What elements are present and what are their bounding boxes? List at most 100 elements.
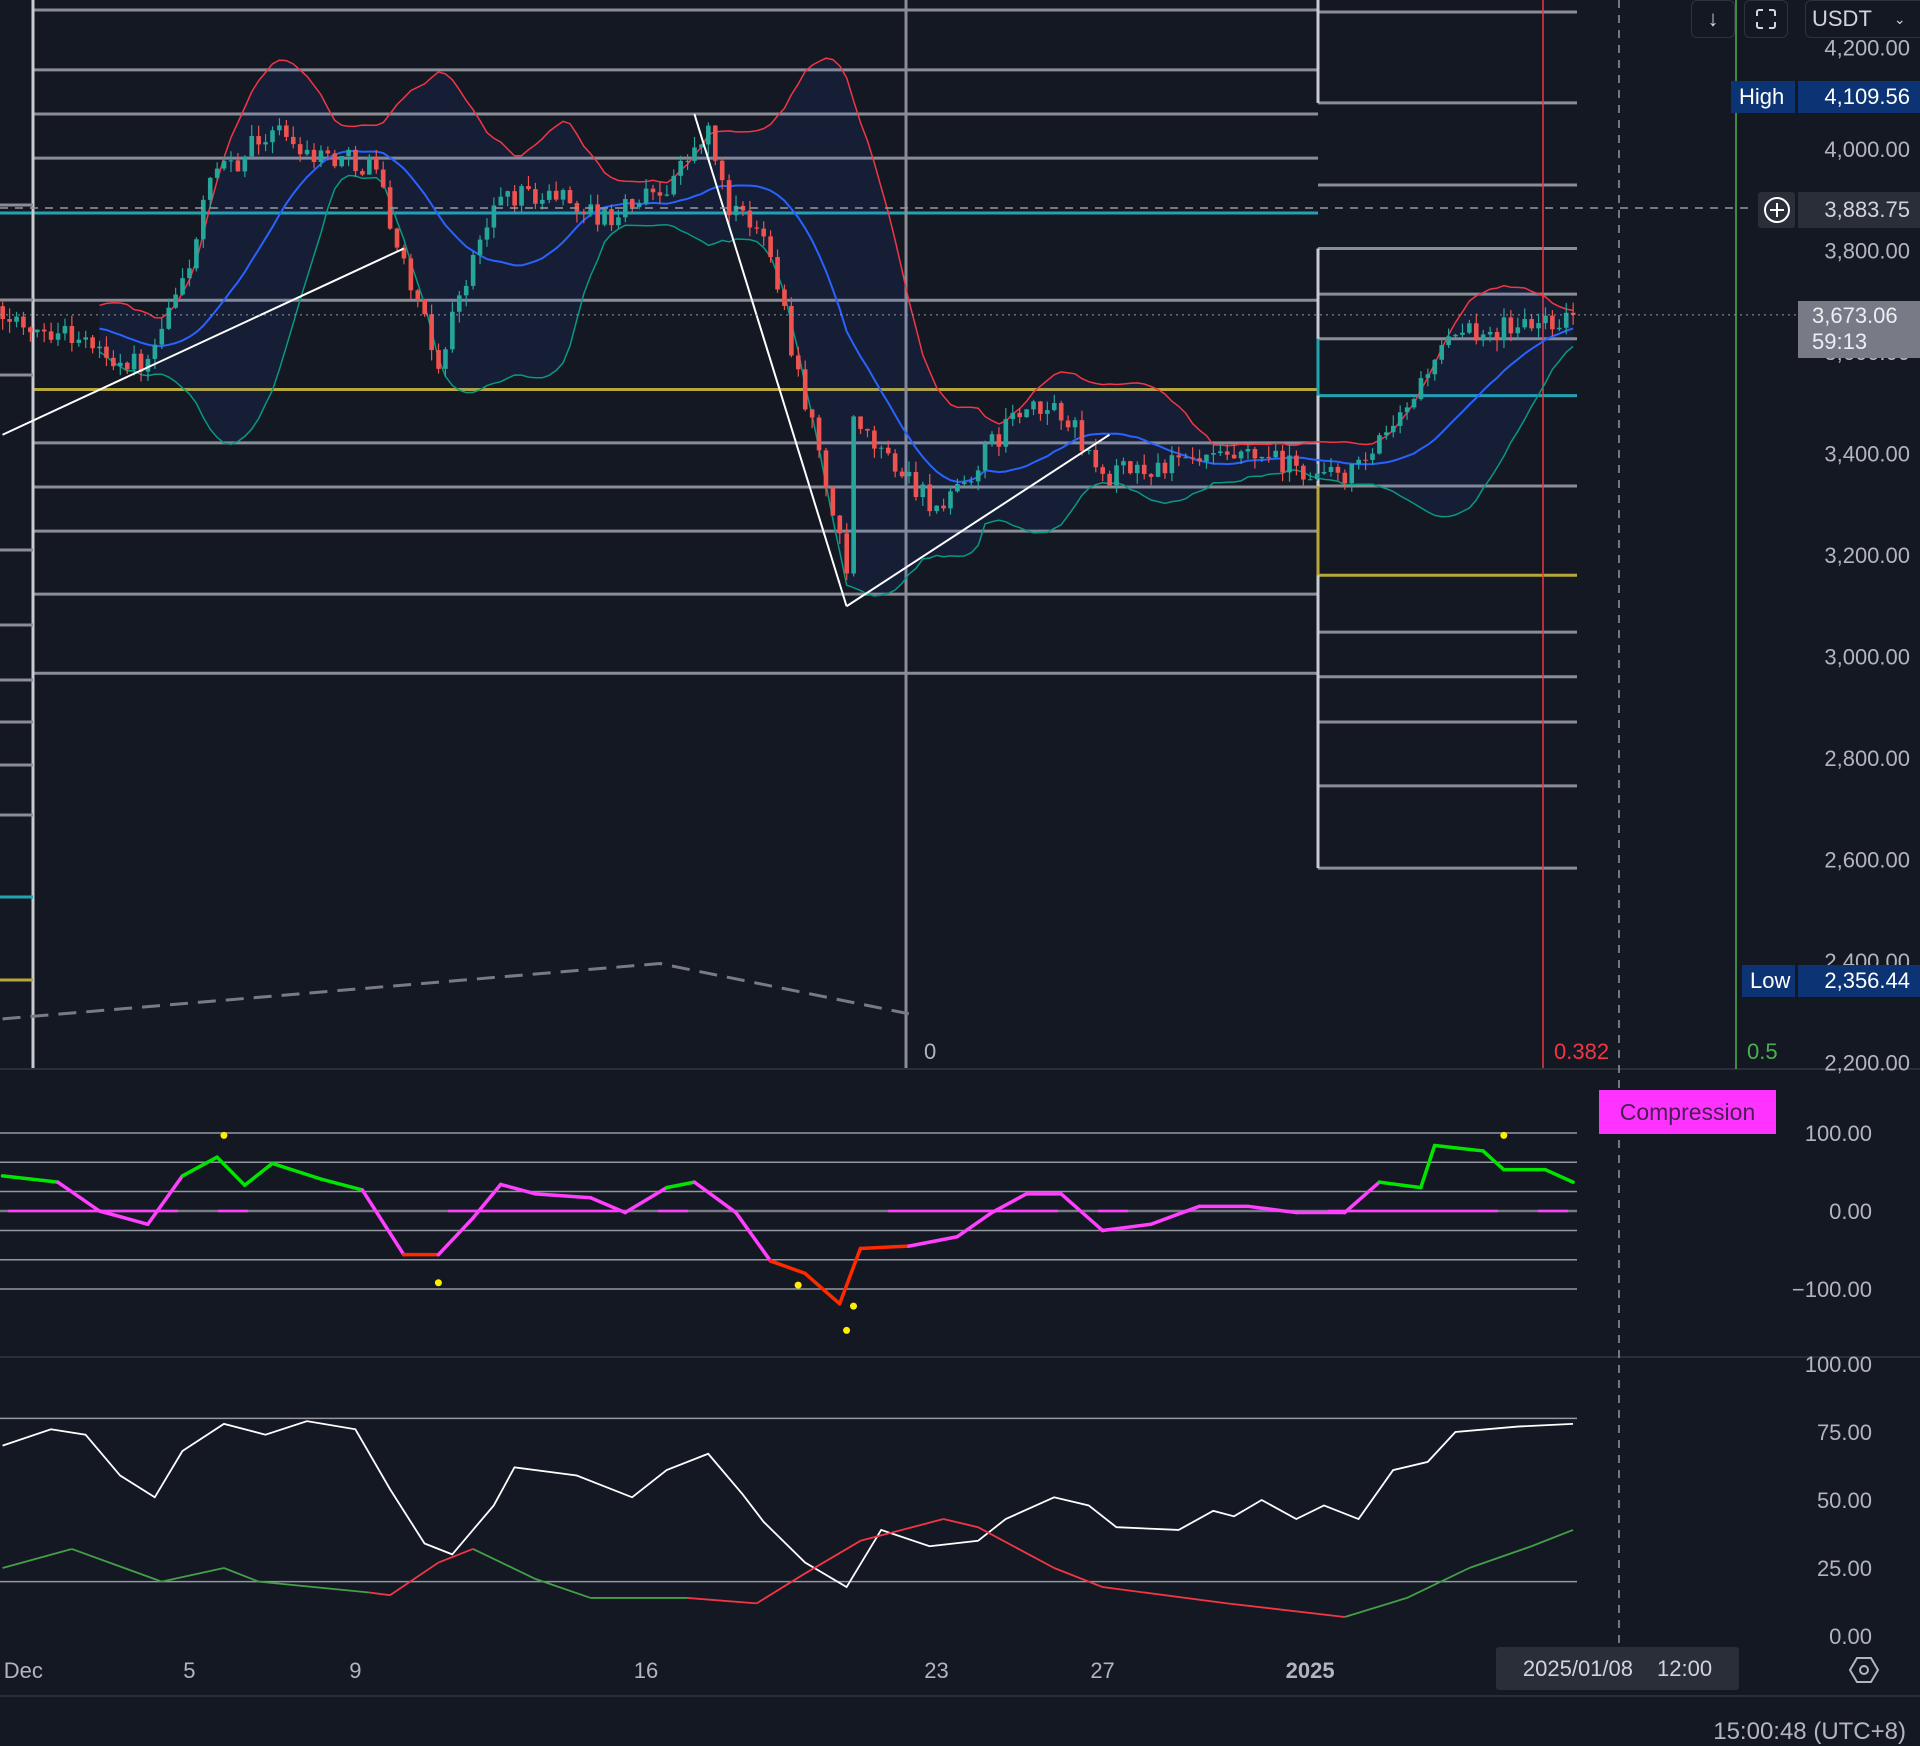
candle-body <box>629 199 635 208</box>
candle-body <box>7 319 12 322</box>
candle-body <box>1218 451 1223 454</box>
candle-body <box>823 450 829 488</box>
oscillator-segment <box>146 1174 185 1227</box>
candle-body <box>443 349 448 369</box>
fullscreen-button[interactable] <box>1744 0 1788 38</box>
add-alert-button[interactable] <box>1758 192 1795 228</box>
candle-body <box>1453 334 1458 337</box>
candle-body <box>263 142 268 145</box>
candle-body <box>512 191 517 206</box>
oscillator-pane[interactable] <box>0 1131 1577 1334</box>
candle-body <box>588 204 594 214</box>
candle-body <box>477 239 483 255</box>
candle-body <box>34 329 40 333</box>
lower-signal-segment <box>71 1548 162 1583</box>
oscillator-segment <box>180 1155 219 1178</box>
candle-body <box>1432 359 1438 375</box>
price-tick: 3,200.00 <box>1824 543 1910 568</box>
candle-body <box>1384 432 1389 436</box>
lower-signal-segment <box>1102 1586 1228 1605</box>
candle-body <box>21 316 26 328</box>
oscillator-segment <box>1377 1180 1423 1190</box>
candle-body <box>1038 401 1043 414</box>
candle-body <box>1397 412 1403 426</box>
candle-body <box>643 188 649 204</box>
lower-tick: 25.00 <box>1817 1556 1872 1581</box>
candle-body <box>159 328 165 345</box>
candle-body <box>1245 448 1251 452</box>
lower-tick: 75.00 <box>1817 1420 1872 1445</box>
candle-body <box>1169 455 1175 474</box>
candle-body <box>1356 459 1361 465</box>
lower-signal-segment <box>2 1548 72 1569</box>
candle-body <box>332 153 338 167</box>
candle-body <box>1148 474 1154 477</box>
scroll-to-latest-button[interactable]: ↓ <box>1691 0 1735 38</box>
candle-body <box>83 337 89 340</box>
clock-timezone[interactable]: 15:00:48 (UTC+8) <box>1713 1718 1906 1746</box>
candle-body <box>470 254 476 286</box>
lower-tick: 0.00 <box>1829 1624 1872 1649</box>
lower-indicator-pane[interactable] <box>0 1417 1577 1618</box>
candle-body <box>1487 331 1493 335</box>
candle-body <box>48 331 54 340</box>
candle-body <box>360 171 365 175</box>
lower-tick: 100.00 <box>1805 1352 1872 1377</box>
candle-body <box>318 150 324 162</box>
candle-body <box>636 203 642 208</box>
candle-body <box>297 144 303 155</box>
fib-label: 0.5 <box>1747 1039 1778 1064</box>
candle-body <box>187 268 192 279</box>
lower-signal-segment <box>472 1548 536 1580</box>
candle-body <box>90 337 95 349</box>
candle-body <box>194 239 199 269</box>
oscillator-segment <box>0 1174 60 1184</box>
candle-body <box>1072 420 1078 428</box>
signal-dot <box>220 1131 228 1139</box>
candle-body <box>111 357 116 367</box>
candle-body <box>650 188 656 193</box>
lower-signal-segment <box>1468 1545 1532 1569</box>
last-price-value: 3,673.06 <box>1812 303 1898 328</box>
oscillator-segment <box>471 1182 503 1220</box>
candle-body <box>920 484 926 498</box>
price-tick: 2,200.00 <box>1824 1051 1910 1076</box>
candle-body <box>553 190 559 200</box>
candle-body <box>1536 323 1541 329</box>
bollinger-fill <box>99 58 1574 596</box>
price-tick: 3,400.00 <box>1824 442 1910 467</box>
oscillator-segment <box>97 1209 150 1227</box>
candle-body <box>491 205 497 228</box>
candle-body <box>1003 419 1009 447</box>
currency-select[interactable]: USDT ⌄ <box>1805 0 1920 38</box>
candle-body <box>1377 435 1382 454</box>
candle-body <box>28 327 33 333</box>
candle-body <box>346 149 351 156</box>
price-tick: 3,000.00 <box>1824 645 1910 670</box>
candle-body <box>685 160 690 162</box>
chart-settings-button[interactable] <box>1848 1656 1880 1689</box>
candle-body <box>1134 464 1140 474</box>
oscillator-segment <box>270 1161 323 1181</box>
lower-tick: 50.00 <box>1817 1488 1872 1513</box>
oscillator-segment <box>242 1161 275 1188</box>
lower-signal-segment <box>223 1567 259 1583</box>
candle-body <box>1425 374 1431 379</box>
candle-body <box>1529 319 1534 329</box>
candle-body <box>858 416 863 429</box>
arrow-down-icon: ↓ <box>1707 6 1719 31</box>
chart-canvas[interactable]: 00.3820.54,200.004,000.003,800.003,600.0… <box>0 0 1920 1734</box>
candle-body <box>1446 336 1451 346</box>
candle-body <box>1100 467 1105 474</box>
candle-body <box>809 409 815 418</box>
candle-body <box>851 416 856 574</box>
candle-body <box>865 428 870 431</box>
candle-body <box>277 125 282 131</box>
price-pane[interactable] <box>0 0 1798 1069</box>
candle-body <box>484 227 490 240</box>
currency-label: USDT <box>1812 6 1872 31</box>
candle-body <box>1010 412 1016 420</box>
candle-body <box>962 482 967 485</box>
candle-body <box>1114 465 1119 486</box>
lower-signal-segment <box>161 1567 225 1583</box>
